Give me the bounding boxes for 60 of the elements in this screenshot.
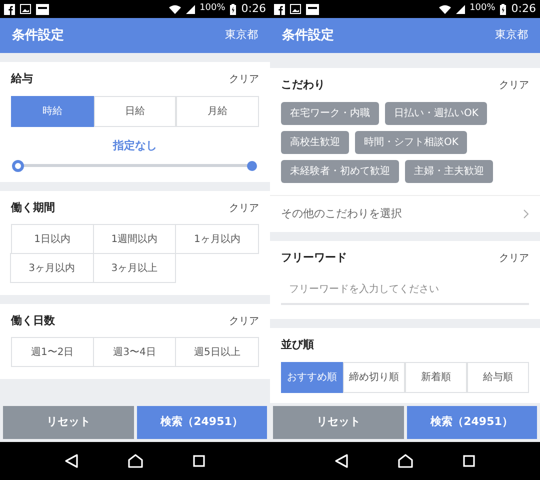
wifi-icon [168,4,181,14]
home-icon[interactable] [128,454,143,468]
app-title: 条件設定 [12,26,64,45]
f-logo-icon [4,4,15,14]
section-title: 給与 [11,70,33,87]
section-title: 並び順 [281,336,314,353]
option-button[interactable]: 週1〜2日 [11,337,94,367]
chevron-right-icon [523,209,529,219]
more-label[interactable]: その他のこだわりを選択 [281,206,402,222]
option-button[interactable]: 日給 [94,96,176,127]
location-label[interactable]: 東京都 [225,27,258,44]
range-slider[interactable] [11,158,259,172]
search-button[interactable]: 検索（24951） [136,406,267,439]
option-button[interactable]: おすすめ順 [281,362,343,393]
battery-icon [500,4,506,14]
option-button[interactable]: 新着順 [405,362,467,393]
recents-icon[interactable] [193,455,205,467]
image-icon [20,4,31,14]
home-icon[interactable] [398,454,413,468]
option-button[interactable]: 3ヶ月以上 [92,253,176,283]
clear-link[interactable]: クリア [229,200,259,216]
option-button[interactable]: 週5日以上 [175,337,259,367]
clock: 0:26 [241,0,266,17]
clear-link[interactable]: クリア [229,72,259,86]
clock: 0:26 [511,0,536,17]
image-icon [290,4,301,14]
clear-link[interactable]: クリア [499,78,529,92]
back-icon[interactable] [65,454,78,468]
section-title: 働く日数 [11,312,55,329]
back-icon[interactable] [335,454,348,468]
app-title: 条件設定 [282,26,334,45]
option-button[interactable]: 月給 [176,96,259,127]
signal-icon [186,4,195,14]
slider-reading: 指定なし [113,138,157,154]
wifi-icon [438,4,451,14]
clear-link[interactable]: クリア [229,314,259,328]
option-button[interactable]: 1日以内 [11,224,94,254]
location-label[interactable]: 東京都 [495,27,528,44]
search-button[interactable]: 検索（24951） [406,406,537,439]
signal-icon [456,4,465,14]
section-title: こだわり [281,76,325,93]
battery-icon [230,4,236,14]
slider-thumb[interactable] [12,160,24,172]
more-row[interactable]: その他のこだわりを選択 [270,195,540,232]
slider-thumb[interactable] [247,160,257,170]
battery-percent: 100% [200,2,226,16]
option-button[interactable]: 給与順 [467,362,529,393]
recents-icon[interactable] [463,455,475,467]
option-button[interactable]: 3ヶ月以内 [10,253,94,283]
app-icon [306,4,319,14]
section-title: フリーワード [281,250,347,266]
option-button[interactable]: 1ヶ月以内 [175,224,259,254]
battery-percent: 100% [470,2,496,16]
section-title: 働く期間 [11,200,55,216]
clear-link[interactable]: クリア [499,250,529,266]
f-logo-icon [274,4,285,14]
app-icon [36,4,49,14]
option-button[interactable]: 締め切り順 [343,362,405,393]
option-button[interactable]: 時給 [11,96,94,127]
option-button[interactable]: 週3〜4日 [92,337,176,367]
